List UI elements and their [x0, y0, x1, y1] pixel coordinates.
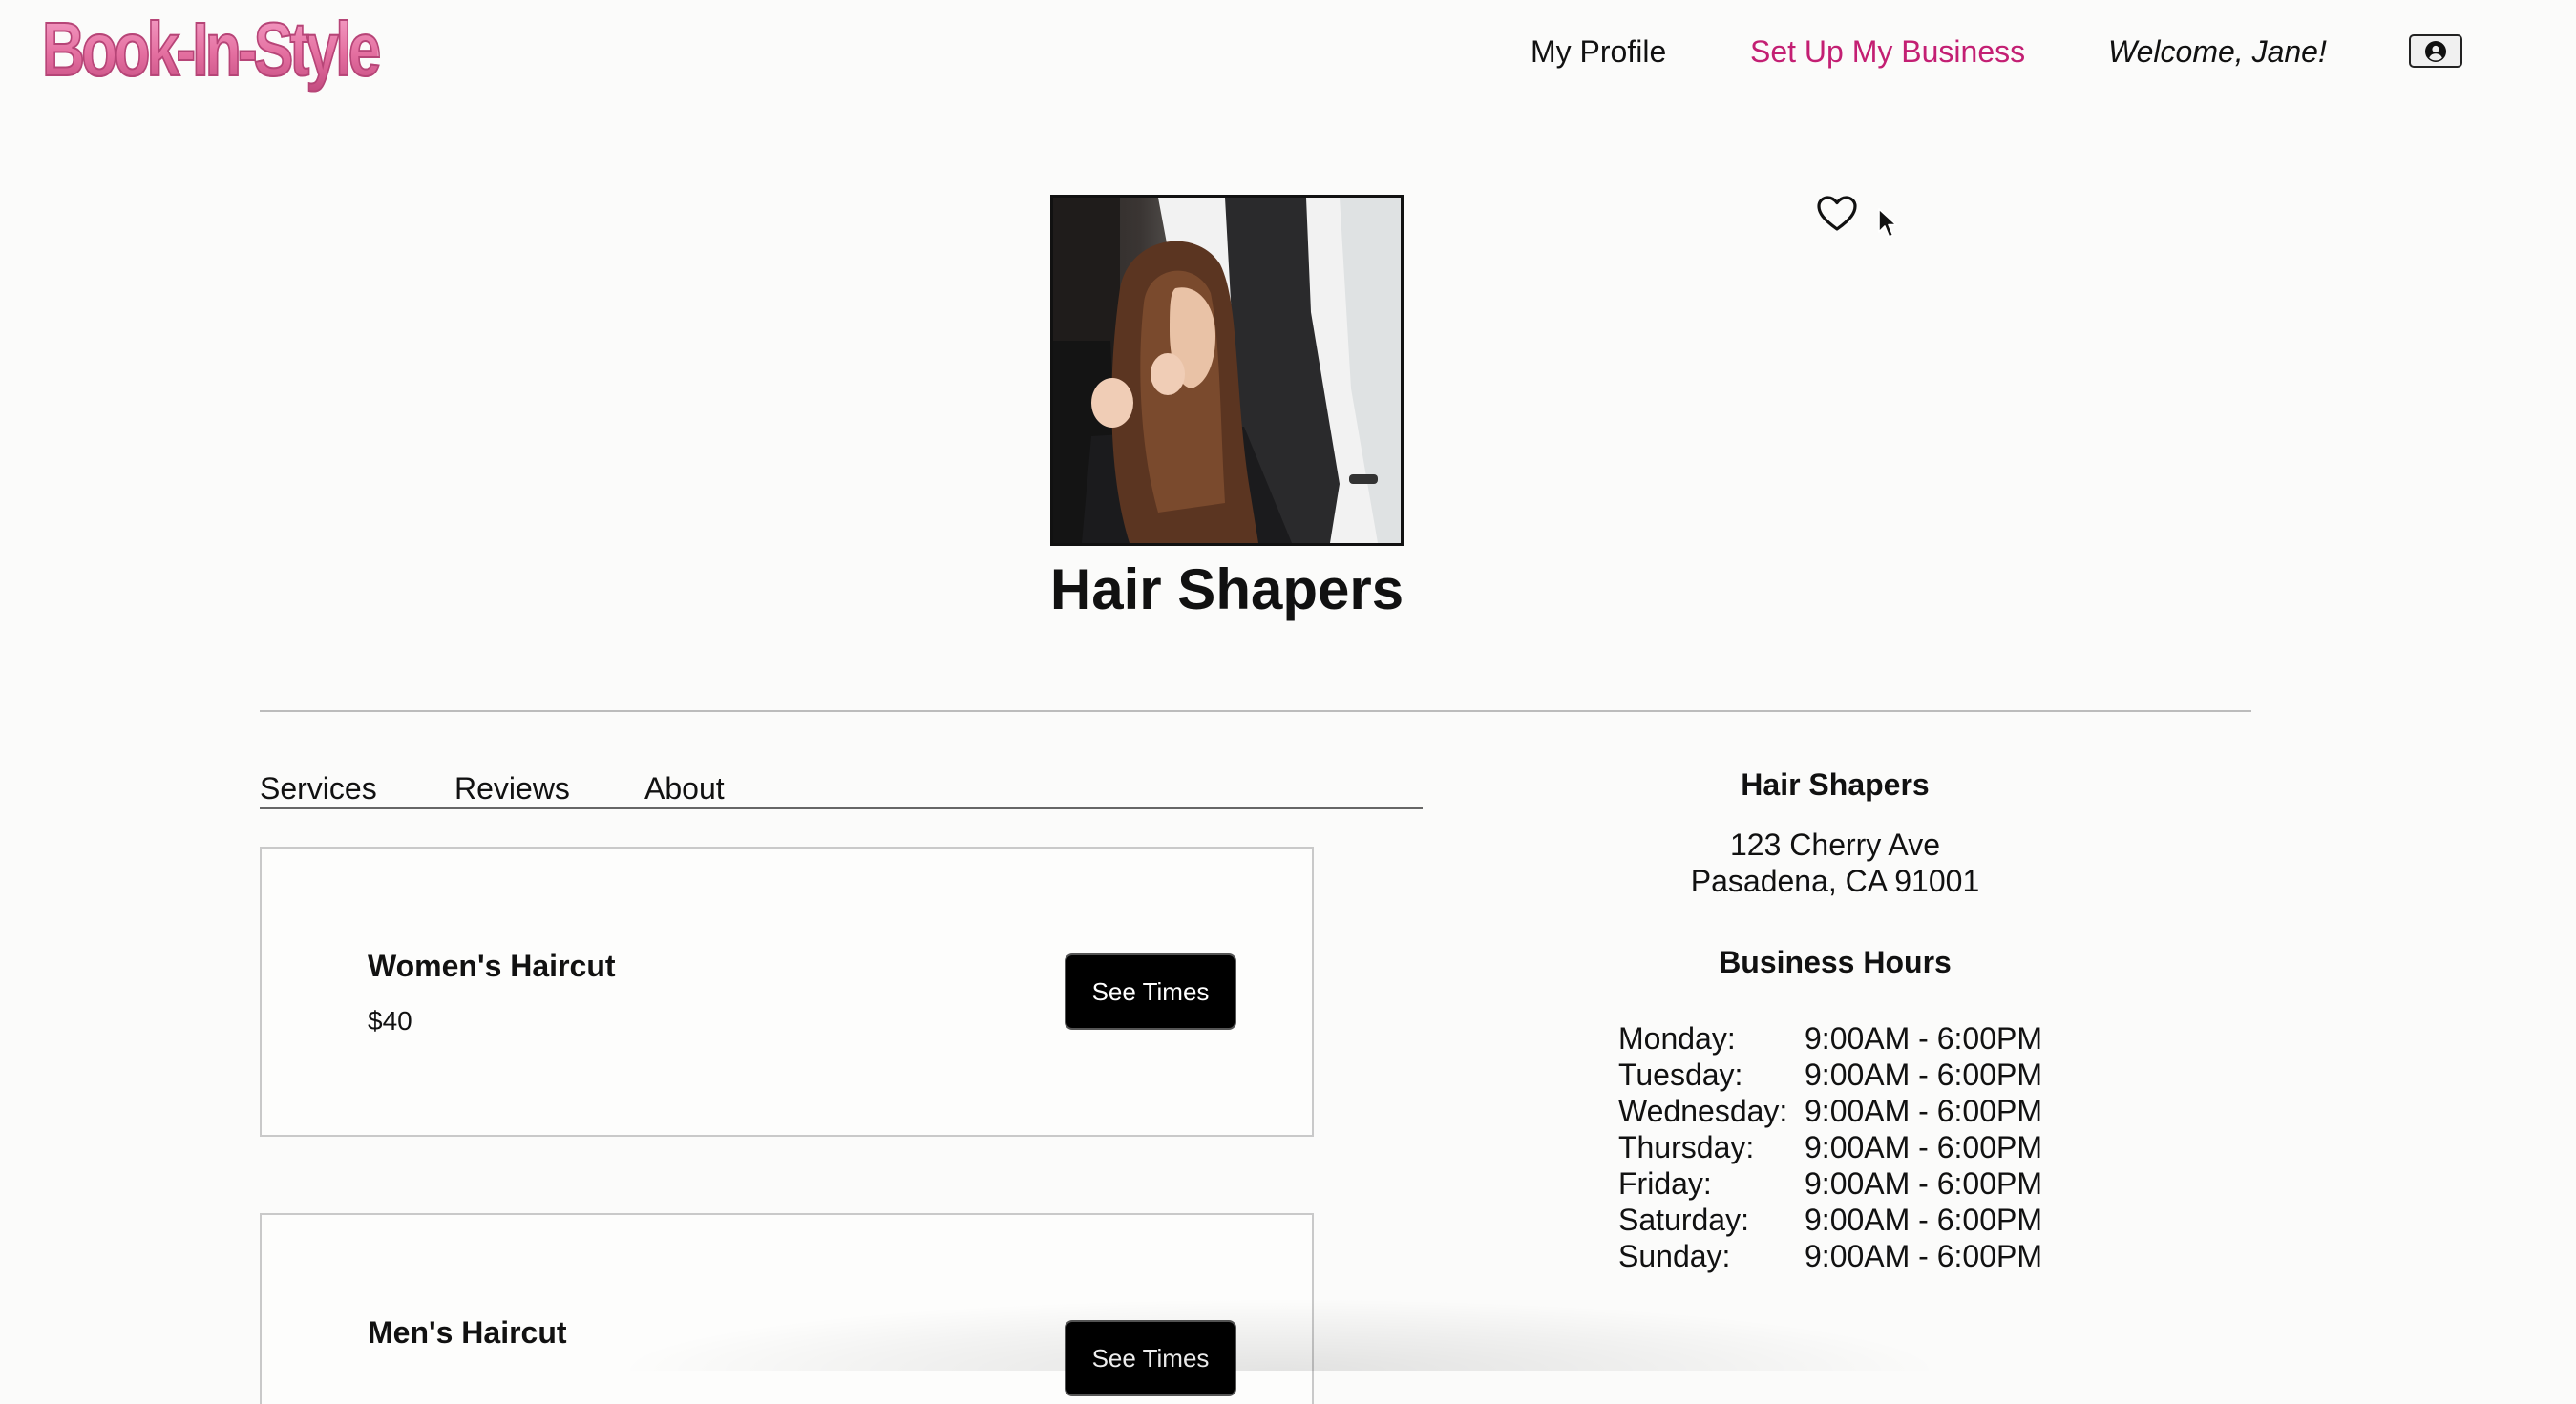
hours-day: Wednesday:: [1618, 1094, 1788, 1128]
hours-row: Saturday: 9:00AM - 6:00PM: [1618, 1202, 2042, 1238]
business-hours-table: Monday: 9:00AM - 6:00PM Tuesday: 9:00AM …: [1618, 1020, 2042, 1274]
hours-row: Thursday: 9:00AM - 6:00PM: [1618, 1129, 2042, 1165]
hours-row: Sunday: 9:00AM - 6:00PM: [1618, 1238, 2042, 1274]
hours-row: Tuesday: 9:00AM - 6:00PM: [1618, 1057, 2042, 1093]
hours-time: 9:00AM - 6:00PM: [1805, 1094, 2042, 1128]
tab-about[interactable]: About: [644, 764, 725, 813]
service-card: Men's Haircut See Times: [260, 1213, 1314, 1404]
logo[interactable]: Book-In-Style: [41, 6, 382, 94]
business-hours-title: Business Hours: [1719, 945, 1952, 979]
hours-day: Saturday:: [1618, 1203, 1749, 1237]
business-photo: [1050, 195, 1404, 546]
section-divider: [260, 710, 2251, 712]
hours-time: 9:00AM - 6:00PM: [1805, 1021, 2042, 1056]
business-address: 123 Cherry Ave Pasadena, CA 91001: [1549, 827, 2122, 899]
hours-row: Friday: 9:00AM - 6:00PM: [1618, 1165, 2042, 1202]
nav-my-profile[interactable]: My Profile: [1531, 27, 1666, 76]
hours-time: 9:00AM - 6:00PM: [1805, 1166, 2042, 1201]
hours-day: Tuesday:: [1618, 1058, 1743, 1092]
hours-day: Friday:: [1618, 1166, 1712, 1201]
address-line-2: Pasadena, CA 91001: [1690, 864, 1980, 898]
hours-time: 9:00AM - 6:00PM: [1805, 1058, 2042, 1092]
service-card: Women's Haircut $40 See Times: [260, 847, 1314, 1137]
favorite-heart-icon[interactable]: [1816, 195, 1858, 233]
hours-row: Wednesday: 9:00AM - 6:00PM: [1618, 1093, 2042, 1129]
tab-reviews[interactable]: Reviews: [454, 764, 570, 813]
see-times-button[interactable]: See Times: [1065, 1320, 1236, 1396]
see-times-button[interactable]: See Times: [1065, 953, 1236, 1030]
hours-row: Monday: 9:00AM - 6:00PM: [1618, 1020, 2042, 1057]
service-name: Men's Haircut: [368, 1315, 567, 1350]
hours-time: 9:00AM - 6:00PM: [1805, 1130, 2042, 1164]
business-title: Hair Shapers: [1049, 557, 1404, 621]
hours-time: 9:00AM - 6:00PM: [1805, 1203, 2042, 1237]
hours-day: Monday:: [1618, 1021, 1736, 1056]
account-button[interactable]: [2409, 34, 2462, 68]
user-circle-icon: [2425, 40, 2446, 62]
business-tabs: Services Reviews About: [260, 764, 1423, 809]
info-business-name: Hair Shapers: [1741, 767, 1930, 802]
welcome-message: Welcome, Jane!: [2108, 34, 2327, 69]
service-price: $40: [368, 1006, 412, 1036]
hours-time: 9:00AM - 6:00PM: [1805, 1239, 2042, 1273]
tab-services[interactable]: Services: [260, 764, 377, 813]
hours-day: Thursday:: [1618, 1130, 1755, 1164]
hours-day: Sunday:: [1618, 1239, 1731, 1273]
address-line-1: 123 Cherry Ave: [1730, 828, 1940, 862]
nav-set-up-business[interactable]: Set Up My Business: [1750, 27, 2025, 76]
mouse-cursor-icon: [1878, 208, 1897, 238]
service-name: Women's Haircut: [368, 949, 616, 983]
